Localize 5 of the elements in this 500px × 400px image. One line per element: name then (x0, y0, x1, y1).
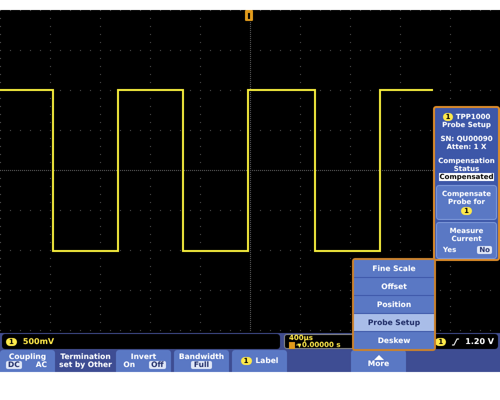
trigger-level: 1.20 V (465, 337, 494, 346)
up-arrow-icon (374, 354, 384, 360)
vertical-scale: 500mV (22, 337, 54, 346)
rising-edge-icon (452, 338, 460, 346)
trigger-position-icon (289, 342, 301, 348)
